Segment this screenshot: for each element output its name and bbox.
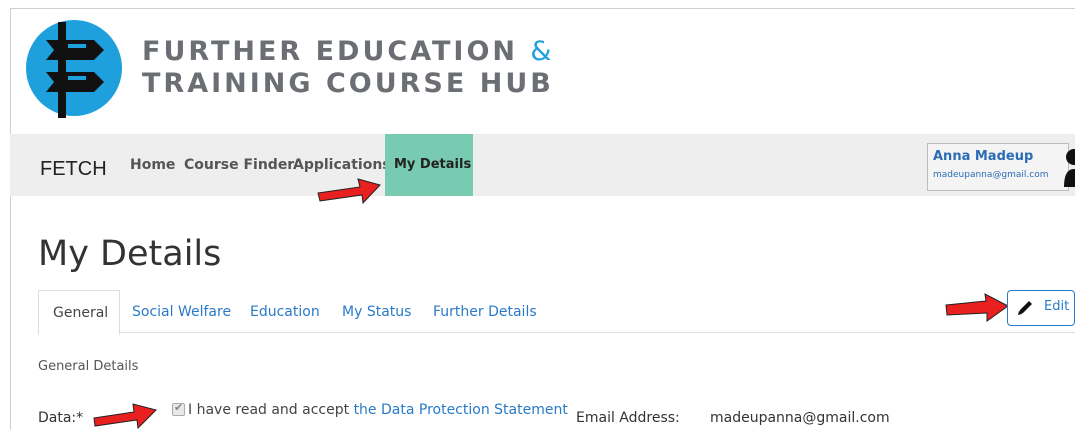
tab-general-label: General: [53, 305, 109, 321]
tab-education[interactable]: Education: [250, 304, 320, 320]
nav-home[interactable]: Home: [130, 157, 175, 173]
user-name: Anna Madeup: [933, 149, 1034, 164]
logo-ampersand: &: [530, 36, 555, 67]
user-email: madeupanna@gmail.com: [933, 170, 1049, 180]
user-account-box[interactable]: Anna Madeup madeupanna@gmail.com: [927, 143, 1069, 191]
annotation-arrow-icon: [945, 293, 1009, 322]
pencil-icon: [1018, 301, 1032, 315]
edit-button-label: Edit: [1044, 299, 1070, 314]
email-label: Email Address:: [576, 410, 680, 426]
brand-link[interactable]: FETCH: [40, 158, 107, 181]
tab-general[interactable]: General: [38, 290, 120, 335]
tab-social-welfare[interactable]: Social Welfare: [132, 304, 231, 320]
page-title: My Details: [38, 234, 222, 274]
tab-my-status[interactable]: My Status: [342, 304, 411, 320]
data-label: Data:*: [38, 410, 84, 426]
tab-further-details[interactable]: Further Details: [433, 304, 537, 320]
data-protection-link[interactable]: the Data Protection Statement: [354, 402, 568, 418]
tabs-divider: [38, 332, 1075, 333]
edit-button[interactable]: Edit: [1007, 290, 1075, 326]
logo-line-2: TRAINING COURSE HUB: [142, 68, 554, 99]
avatar-icon[interactable]: [1062, 145, 1075, 187]
checkmark-icon: ✔: [174, 402, 184, 414]
data-protection-prefix: I have read and accept: [188, 402, 354, 418]
annotation-arrow-icon: [93, 403, 157, 430]
nav-my-details-label: My Details: [394, 157, 472, 172]
nav-course-finder[interactable]: Course Finder: [184, 157, 294, 173]
email-value: madeupanna@gmail.com: [710, 410, 890, 426]
data-protection-text: I have read and accept the Data Protecti…: [188, 402, 568, 418]
logo-line-1: FURTHER EDUCATION: [142, 36, 519, 67]
annotation-arrow-icon: [317, 178, 381, 205]
data-protection-checkbox[interactable]: ✔: [172, 402, 185, 416]
logo-wordmark: FURTHER EDUCATION & TRAINING COURSE HUB: [142, 36, 554, 100]
nav-my-details[interactable]: My Details: [385, 134, 473, 196]
section-title: General Details: [38, 359, 139, 374]
nav-applications[interactable]: Applications: [293, 157, 391, 173]
fetch-logo-icon: [26, 10, 124, 118]
